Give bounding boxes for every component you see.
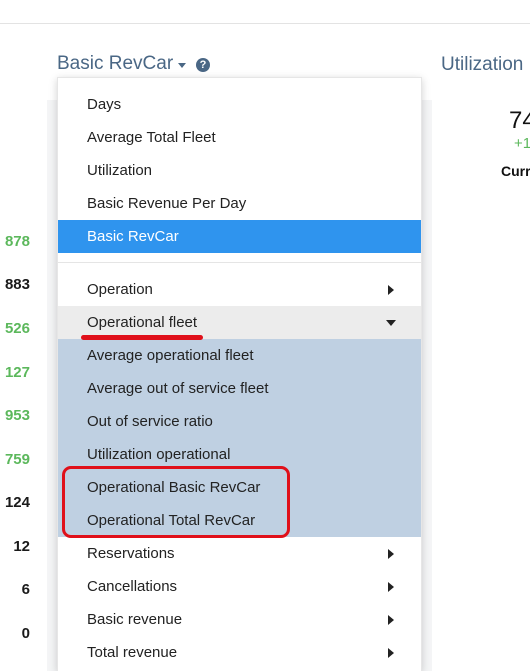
left-value: 883	[4, 276, 30, 293]
caret-down-icon	[386, 320, 396, 326]
menu-item-utilization[interactable]: Utilization	[58, 154, 421, 187]
metric-dropdown-menu: Days Average Total Fleet Utilization Bas…	[57, 77, 422, 671]
menu-item-out-of-service-ratio[interactable]: Out of service ratio	[58, 405, 421, 438]
left-value: 6	[21, 581, 30, 598]
help-icon[interactable]: ?	[196, 58, 210, 72]
caret-right-icon	[388, 549, 394, 559]
top-bar	[0, 0, 530, 24]
left-value: 0	[21, 625, 30, 642]
menu-group-total-revenue[interactable]: Total revenue	[58, 636, 421, 669]
menu-divider	[58, 262, 421, 263]
left-value: 526	[4, 320, 30, 337]
metric-caption: Curr	[501, 163, 530, 179]
menu-group-label: Reservations	[87, 545, 175, 562]
menu-item-days[interactable]: Days	[58, 88, 421, 121]
menu-group-label: Cancellations	[87, 578, 178, 595]
annotation-highlight-box	[62, 466, 290, 538]
metric-delta: +1	[514, 135, 530, 152]
left-value: 878	[4, 233, 30, 250]
menu-item-average-total-fleet[interactable]: Average Total Fleet	[58, 121, 421, 154]
menu-group-operation[interactable]: Operation	[58, 273, 421, 306]
left-value: 953	[4, 407, 30, 424]
annotation-underline	[81, 335, 203, 340]
menu-group-label: Operational fleet	[87, 314, 198, 331]
menu-group-label: Operation	[87, 281, 153, 298]
metric-selector[interactable]: Basic RevCar	[57, 53, 187, 75]
menu-group-reservations[interactable]: Reservations	[58, 537, 421, 570]
menu-item-basic-revcar[interactable]: Basic RevCar	[58, 220, 421, 253]
caret-right-icon	[388, 648, 394, 658]
left-value: 124	[4, 494, 30, 511]
menu-item-basic-revenue-per-day[interactable]: Basic Revenue Per Day	[58, 187, 421, 220]
caret-right-icon	[388, 615, 394, 625]
metric-value: 74	[509, 107, 530, 134]
left-value: 759	[4, 451, 30, 468]
menu-item-average-operational-fleet[interactable]: Average operational fleet	[58, 339, 421, 372]
menu-group-label: Total revenue	[87, 644, 178, 661]
menu-group-label: Basic revenue	[87, 611, 183, 628]
menu-group-cancellations[interactable]: Cancellations	[58, 570, 421, 603]
right-panel-edge	[422, 100, 432, 671]
panel-title: Utilization	[441, 54, 524, 75]
caret-right-icon	[388, 582, 394, 592]
menu-item-average-out-of-service-fleet[interactable]: Average out of service fleet	[58, 372, 421, 405]
left-value: 127	[4, 364, 30, 381]
caret-right-icon	[388, 285, 394, 295]
metric-selector-label: Basic RevCar	[57, 53, 174, 74]
left-value: 12	[13, 538, 30, 555]
caret-down-icon	[178, 62, 187, 68]
menu-group-basic-revenue[interactable]: Basic revenue	[58, 603, 421, 636]
left-values-column: 878 883 526 127 953 759 124 12 6 0	[0, 0, 30, 671]
left-panel-edge	[47, 100, 57, 671]
